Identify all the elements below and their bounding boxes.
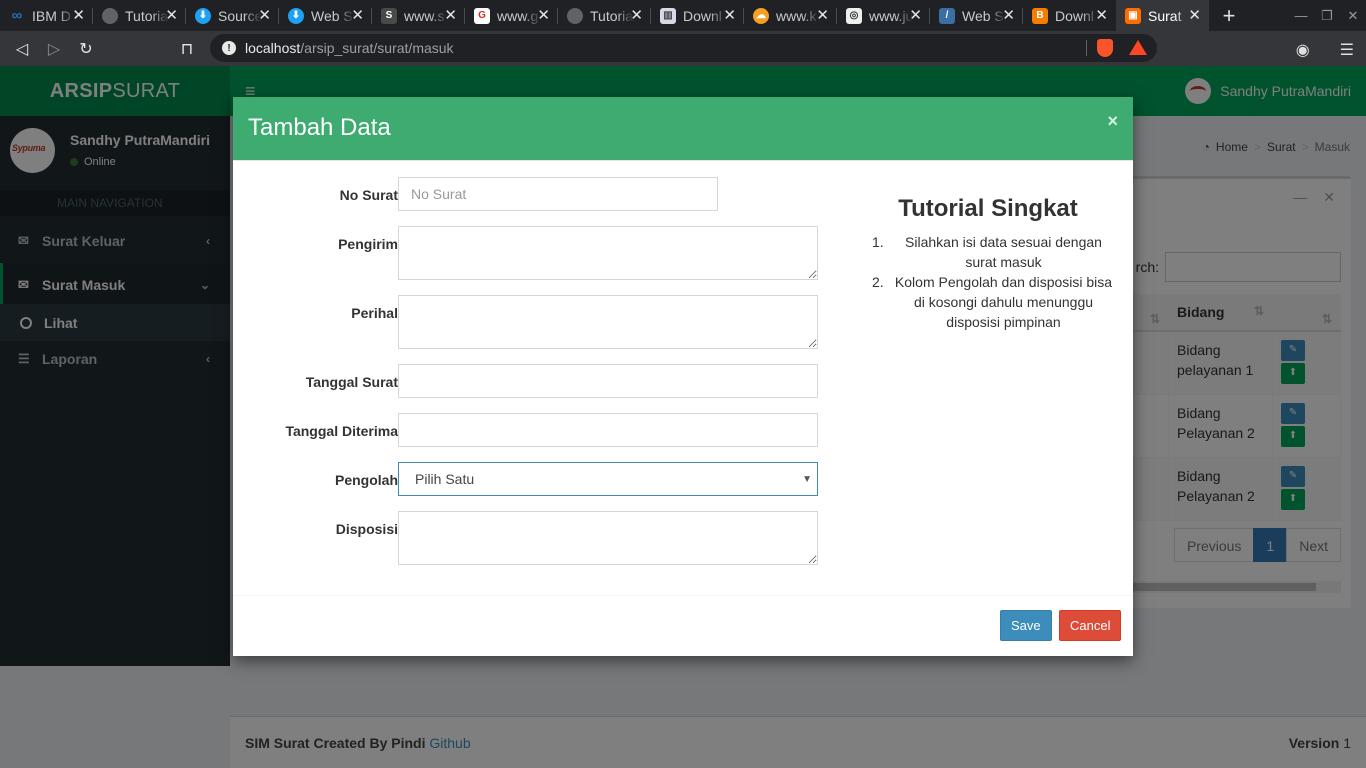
close-tab-icon[interactable]: ✕	[258, 8, 271, 23]
close-tab-icon[interactable]: ✕	[630, 8, 643, 23]
address-bar[interactable]: ! localhost/arsip_surat/surat/masuk	[210, 34, 1157, 62]
close-icon[interactable]: ×	[1107, 111, 1118, 132]
tanggal-surat-input[interactable]	[398, 364, 818, 398]
tanggal-diterima-input[interactable]	[398, 413, 818, 447]
back-icon[interactable]: ◁	[6, 33, 38, 65]
perihal-textarea[interactable]	[398, 295, 818, 349]
browser-tab[interactable]: ◎ www.ju ✕	[837, 0, 930, 31]
pengirim-textarea[interactable]	[398, 226, 818, 280]
browser-toolbar: ◁ ▷ ↻ ⊓ ! localhost/arsip_surat/surat/ma…	[0, 31, 1366, 66]
disposisi-textarea[interactable]	[398, 511, 818, 565]
browser-tab[interactable]: ☁ www.k ✕	[744, 0, 837, 31]
close-tab-icon[interactable]: ✕	[537, 8, 550, 23]
save-button[interactable]: Save	[1000, 610, 1052, 641]
browser-tab[interactable]: Gwww.g ✕	[465, 0, 558, 31]
close-tab-icon[interactable]: ✕	[816, 8, 829, 23]
blogger-icon: B	[1032, 7, 1048, 24]
tutorial-item: 1. Silahkan isi data sesuai dengan surat …	[872, 234, 1102, 270]
close-tab-icon[interactable]: ✕	[351, 8, 364, 23]
browser-tab-active[interactable]: ▣ Surat ✕	[1116, 0, 1209, 31]
g-icon: G	[474, 7, 490, 24]
close-tab-icon[interactable]: ✕	[165, 8, 178, 23]
modal-footer: Save Cancel	[233, 595, 1133, 656]
tutorial-list: 1. Silahkan isi data sesuai dengan surat …	[863, 232, 1113, 332]
reload-icon[interactable]: ↻	[70, 33, 102, 65]
no-surat-input[interactable]	[398, 177, 718, 211]
browser-tab[interactable]: Swww.s ✕	[372, 0, 465, 31]
globe-icon	[567, 7, 583, 24]
minimize-icon[interactable]: —	[1288, 8, 1314, 23]
app-icon: ▣	[1125, 7, 1141, 24]
browser-tabstrip: ∞ IBM D ✕ Tutoria ✕ ⬇ Source ✕ ⬇ Web S ✕ Swww.s…	[0, 0, 1366, 31]
browser-tab[interactable]: ⬇ Web S ✕	[279, 0, 372, 31]
close-tab-icon[interactable]: ✕	[909, 8, 922, 23]
browser-tab[interactable]: ⬇ Source ✕	[186, 0, 279, 31]
extension-icon[interactable]: ◉	[1296, 40, 1310, 60]
close-tab-icon[interactable]: ✕	[1095, 8, 1108, 23]
forward-icon[interactable]: ▷	[38, 33, 70, 65]
browser-tab[interactable]: ∞ IBM D ✕	[0, 0, 93, 31]
modal-header: Tambah Data ×	[233, 97, 1133, 161]
close-tab-icon[interactable]: ✕	[723, 8, 736, 23]
tutorial-panel: Tutorial Singkat 1. Silahkan isi data ses…	[863, 195, 1113, 332]
download-icon: ⬇	[195, 7, 211, 24]
circle-icon: ◎	[846, 7, 862, 24]
close-tab-icon[interactable]: ✕	[1188, 8, 1201, 23]
close-window-icon[interactable]: ✕	[1340, 8, 1366, 24]
close-tab-icon[interactable]: ✕	[444, 8, 457, 23]
menu-icon[interactable]: ☰	[1340, 40, 1354, 60]
browser-tab[interactable]: / Web S ✕	[930, 0, 1023, 31]
dropdown-arrow-icon: ▼	[802, 474, 812, 485]
s-icon: S	[381, 7, 397, 24]
download-icon: ⬇	[288, 7, 304, 24]
close-tab-icon[interactable]: ✕	[72, 8, 85, 23]
globe-icon	[102, 7, 118, 24]
brave-shield-icon[interactable]	[1097, 39, 1113, 57]
brave-rewards-icon[interactable]	[1129, 40, 1147, 55]
browser-tab[interactable]: Tutoria ✕	[93, 0, 186, 31]
browser-tab[interactable]: ▥ Downl ✕	[651, 0, 744, 31]
bookmark-icon[interactable]: ⊓	[171, 33, 203, 65]
tutorial-title: Tutorial Singkat	[898, 195, 1078, 222]
infinity-icon: ∞	[11, 7, 23, 24]
book-icon: ▥	[660, 7, 676, 24]
cancel-button[interactable]: Cancel	[1059, 610, 1122, 641]
restore-icon[interactable]: ❐	[1314, 8, 1340, 24]
browser-tab[interactable]: B Downl ✕	[1023, 0, 1116, 31]
tutorial-item: 2. Kolom Pengolah dan disposisi bisa di k…	[872, 274, 1113, 330]
modal-title: Tambah Data	[248, 114, 391, 141]
tambah-data-modal: Tambah Data × No Surat Pengirim Perihal …	[233, 97, 1133, 656]
close-tab-icon[interactable]: ✕	[1002, 8, 1015, 23]
info-icon[interactable]: !	[222, 41, 236, 55]
browser-tab[interactable]: Tutoria ✕	[558, 0, 651, 31]
pengolah-select[interactable]: Pilih Satu ▼	[398, 462, 818, 496]
window-controls: — ❐ ✕	[1288, 0, 1366, 31]
cloud-icon: ☁	[753, 7, 769, 24]
modal-body: No Surat Pengirim Perihal Tanggal Surat …	[233, 161, 1133, 595]
new-tab-icon[interactable]: +	[1209, 0, 1249, 31]
code-icon: /	[939, 7, 955, 24]
